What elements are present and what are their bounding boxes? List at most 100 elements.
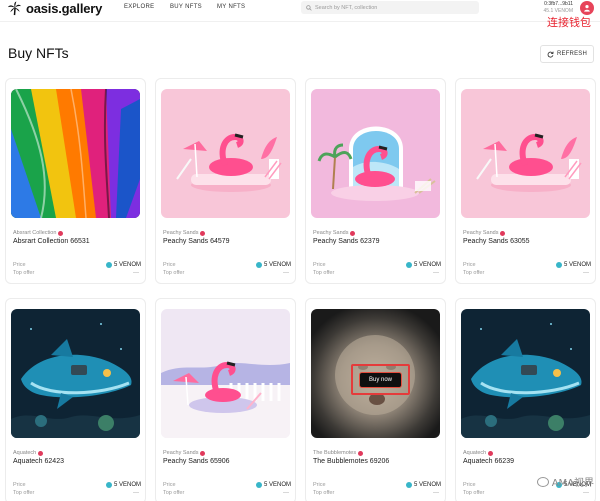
price-amount: 5 VENOM: [263, 262, 291, 268]
verified-icon: [500, 230, 506, 236]
nft-card[interactable]: Peachy Sands Peachy Sands 63055 Price 5 …: [455, 78, 596, 284]
top-offer-label: Top offer: [463, 270, 485, 276]
wallet-info[interactable]: 0:3fb7...9b11 45.1 VENOM: [544, 1, 573, 15]
price-label: Price: [163, 262, 176, 268]
search-input[interactable]: [315, 4, 465, 11]
search-icon: [306, 4, 312, 11]
collection-name[interactable]: Peachy Sands: [463, 230, 506, 236]
nft-image[interactable]: Buy now: [311, 309, 440, 438]
nft-image[interactable]: [11, 309, 140, 438]
watermark: AMA视界: [536, 474, 594, 489]
venom-icon: [405, 482, 412, 488]
flamingo-art: [461, 89, 590, 218]
top-offer-value: ---: [583, 270, 589, 276]
nft-name[interactable]: Absrart Collection 66531: [13, 238, 90, 245]
collection-name[interactable]: The Bubblemotes: [313, 450, 364, 456]
price-value: 5 VENOM: [105, 262, 141, 268]
price-amount: 5 VENOM: [413, 482, 441, 488]
collection-label: Peachy Sands: [463, 230, 499, 236]
price-label: Price: [163, 482, 176, 488]
nft-card[interactable]: Peachy Sands Peachy Sands 62379 Price 5 …: [305, 78, 446, 284]
top-offer-label: Top offer: [163, 490, 185, 496]
nft-image[interactable]: [461, 89, 590, 218]
refresh-button[interactable]: REFRESH: [540, 45, 594, 63]
price-value: 5 VENOM: [555, 262, 591, 268]
search-bar[interactable]: [301, 1, 479, 14]
refresh-label: REFRESH: [556, 51, 588, 57]
nft-image[interactable]: [11, 89, 140, 218]
nft-name[interactable]: Peachy Sands 62379: [313, 238, 380, 245]
refresh-icon: [547, 51, 554, 58]
venom-icon: [255, 482, 262, 488]
collection-label: The Bubblemotes: [313, 450, 357, 456]
top-offer-value: ---: [283, 490, 289, 496]
verified-icon: [58, 230, 64, 236]
top-offer-label: Top offer: [163, 270, 185, 276]
nft-name[interactable]: Aquatech 66239: [463, 458, 514, 465]
nft-name[interactable]: Peachy Sands 64579: [163, 238, 230, 245]
collection-name[interactable]: Aquatech: [463, 450, 494, 456]
nft-card[interactable]: Aquatech Aquatech 66239 Price 5 VENOM To…: [455, 298, 596, 501]
nav-buy-nfts[interactable]: BUY NFTS: [170, 4, 202, 10]
nft-image[interactable]: [161, 309, 290, 438]
venom-icon: [255, 262, 262, 268]
collection-name[interactable]: Peachy Sands: [313, 230, 356, 236]
nft-card[interactable]: Peachy Sands Peachy Sands 64579 Price 5 …: [155, 78, 296, 284]
nft-card[interactable]: Peachy Sands Peachy Sands 65906 Price 5 …: [155, 298, 296, 501]
collection-name[interactable]: Absrart Collection: [13, 230, 64, 236]
price-label: Price: [313, 262, 326, 268]
price-amount: 5 VENOM: [113, 262, 141, 268]
top-offer-value: ---: [283, 270, 289, 276]
verified-icon: [200, 230, 206, 236]
collection-label: Peachy Sands: [313, 230, 349, 236]
nft-name[interactable]: Peachy Sands 63055: [463, 238, 530, 245]
price-label: Price: [13, 482, 26, 488]
venom-icon: [555, 262, 562, 268]
nft-image[interactable]: [161, 89, 290, 218]
venom-icon: [405, 262, 412, 268]
top-offer-value: ---: [133, 490, 139, 496]
verified-icon: [200, 450, 206, 456]
collection-label: Absrart Collection: [13, 230, 57, 236]
nft-card[interactable]: Buy now The Bubblemotes The Bubblemotes …: [305, 298, 446, 501]
nav-my-nfts[interactable]: MY NFTS: [217, 4, 245, 10]
top-navigation-bar: oasis.gallery EXPLORE BUY NFTS MY NFTS 0…: [0, 0, 600, 22]
collection-name[interactable]: Peachy Sands: [163, 230, 206, 236]
palm-tree-icon: [7, 1, 22, 16]
nav-explore[interactable]: EXPLORE: [124, 4, 154, 10]
top-offer-label: Top offer: [313, 490, 335, 496]
user-avatar[interactable]: [580, 1, 594, 15]
top-offer-label: Top offer: [13, 270, 35, 276]
top-offer-value: ---: [583, 490, 589, 496]
logo[interactable]: oasis.gallery: [7, 1, 102, 16]
logo-text: oasis.gallery: [26, 1, 103, 16]
user-icon: [584, 5, 590, 12]
verified-icon: [358, 450, 364, 456]
nft-card[interactable]: Aquatech Aquatech 62423 Price 5 VENOM To…: [5, 298, 146, 501]
collection-name[interactable]: Peachy Sands: [163, 450, 206, 456]
top-offer-label: Top offer: [313, 270, 335, 276]
wallet-address: 0:3fb7...9b11: [544, 1, 573, 7]
collection-label: Aquatech: [13, 450, 37, 456]
nft-name[interactable]: Aquatech 62423: [13, 458, 64, 465]
buy-now-button[interactable]: Buy now: [359, 372, 402, 388]
price-value: 5 VENOM: [105, 482, 141, 488]
venom-icon: [105, 262, 112, 268]
top-offer-label: Top offer: [463, 490, 485, 496]
price-value: 5 VENOM: [255, 262, 291, 268]
price-value: 5 VENOM: [405, 482, 441, 488]
nft-name[interactable]: Peachy Sands 65906: [163, 458, 230, 465]
page-title: Buy NFTs: [8, 45, 69, 61]
nft-card[interactable]: Absrart Collection Absrart Collection 66…: [5, 78, 146, 284]
price-label: Price: [463, 262, 476, 268]
collection-label: Peachy Sands: [163, 230, 199, 236]
flamingo-arch-art: [311, 89, 440, 218]
collection-name[interactable]: Aquatech: [13, 450, 44, 456]
price-label: Price: [13, 262, 26, 268]
nft-image[interactable]: [461, 309, 590, 438]
nft-name[interactable]: The Bubblemotes 69206: [313, 458, 389, 465]
verified-icon: [38, 450, 44, 456]
nft-image[interactable]: [311, 89, 440, 218]
price-label: Price: [463, 482, 476, 488]
price-amount: 5 VENOM: [113, 482, 141, 488]
